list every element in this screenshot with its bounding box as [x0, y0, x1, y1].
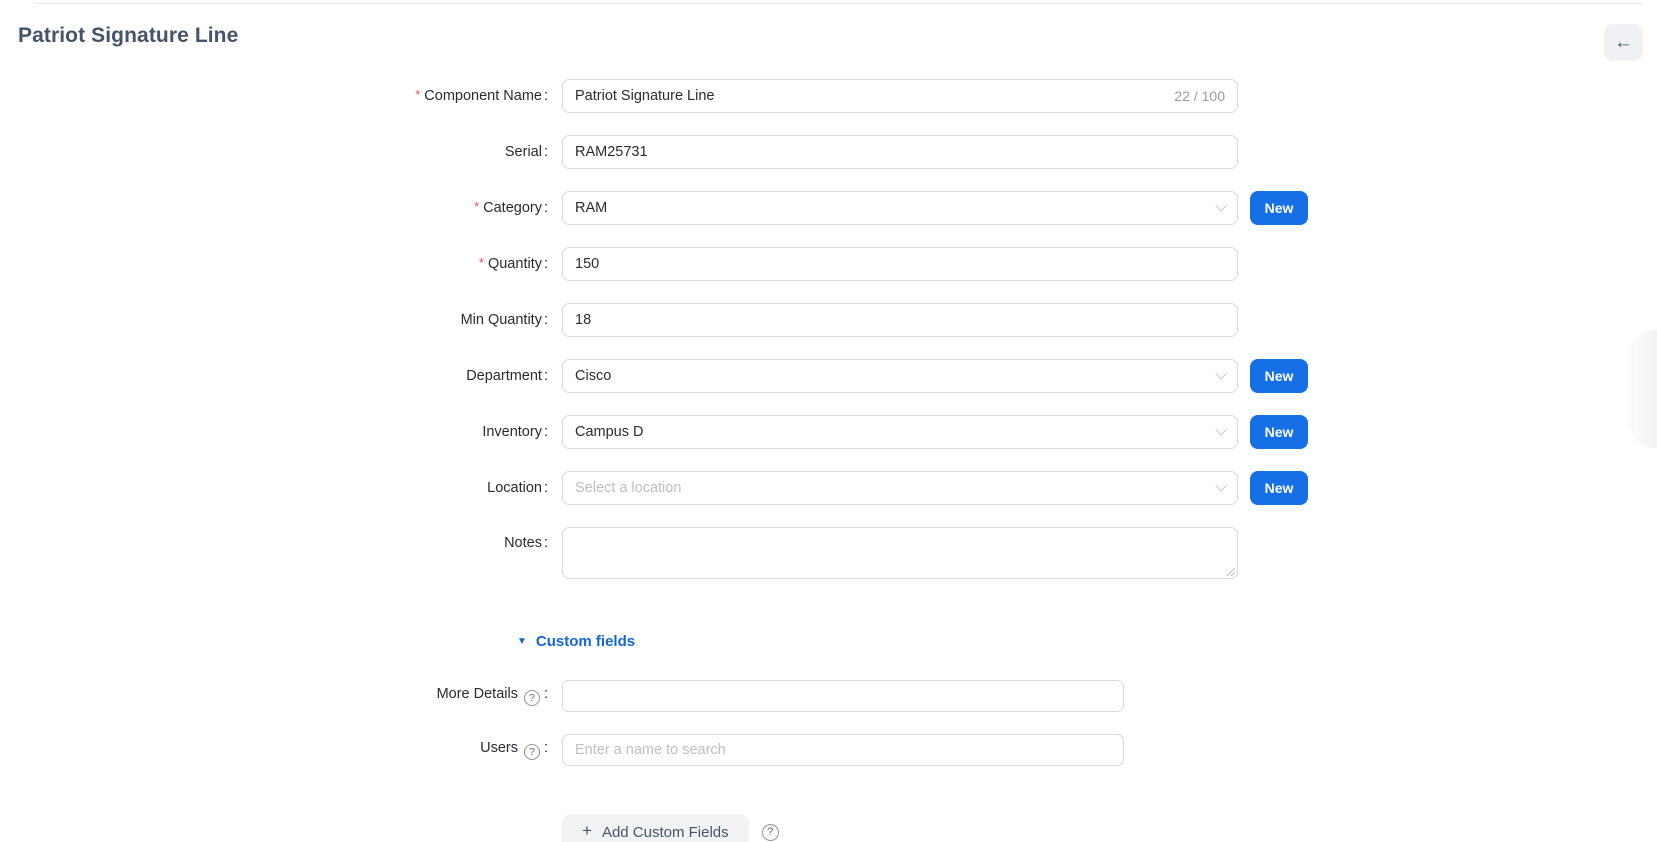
inventory-label: Inventory:	[0, 424, 548, 440]
row-inventory: Inventory: Campus D New	[0, 415, 1657, 449]
custom-fields-toggle[interactable]: ▼ Custom fields	[517, 633, 635, 650]
component-name-label: *Component Name:	[0, 88, 548, 104]
resize-handle-icon[interactable]	[1226, 567, 1236, 577]
required-asterisk: *	[474, 199, 479, 214]
more-details-input[interactable]	[575, 688, 1111, 704]
page-header: Patriot Signature Line ←	[0, 4, 1657, 56]
min-quantity-label: Min Quantity:	[0, 312, 548, 328]
back-button[interactable]: ←	[1604, 24, 1643, 61]
row-quantity: *Quantity:	[0, 247, 1657, 281]
notes-label: Notes:	[0, 527, 548, 551]
char-counter: 22 / 100	[1174, 88, 1225, 104]
new-inventory-button[interactable]: New	[1250, 415, 1308, 449]
help-icon[interactable]: ?	[524, 690, 540, 706]
component-edit-form: *Component Name: 22 / 100 Serial: *Categ…	[0, 79, 1657, 842]
department-label: Department:	[0, 368, 548, 384]
new-department-button[interactable]: New	[1250, 359, 1308, 393]
quantity-input[interactable]	[575, 256, 1225, 272]
page-title: Patriot Signature Line	[18, 24, 1639, 48]
row-serial: Serial:	[0, 135, 1657, 169]
chevron-down-icon	[1215, 424, 1226, 435]
category-select[interactable]: RAM	[562, 191, 1238, 225]
edge-floating-handle[interactable]	[1627, 330, 1657, 448]
caret-down-icon: ▼	[517, 636, 527, 647]
users-box	[562, 734, 1124, 766]
row-users: Users?:	[0, 734, 1657, 766]
row-more-details: More Details?:	[0, 680, 1657, 712]
back-arrow-icon: ←	[1614, 33, 1633, 52]
more-details-label: More Details?:	[0, 686, 548, 706]
required-asterisk: *	[415, 87, 420, 102]
required-asterisk: *	[479, 255, 484, 270]
row-notes: Notes:	[0, 527, 1657, 579]
location-label: Location:	[0, 480, 548, 496]
more-details-box	[562, 680, 1124, 712]
location-select[interactable]: Select a location	[562, 471, 1238, 505]
row-department: Department: Cisco New	[0, 359, 1657, 393]
chevron-down-icon	[1215, 368, 1226, 379]
quantity-label: *Quantity:	[0, 256, 548, 272]
inventory-select[interactable]: Campus D	[562, 415, 1238, 449]
min-quantity-input[interactable]	[575, 312, 1225, 328]
help-icon[interactable]: ?	[524, 744, 540, 760]
new-location-button[interactable]: New	[1250, 471, 1308, 505]
min-quantity-box	[562, 303, 1238, 337]
notes-textarea[interactable]	[562, 527, 1238, 579]
custom-fields-toggle-label: Custom fields	[536, 633, 635, 650]
quantity-box	[562, 247, 1238, 281]
row-category: *Category: RAM New	[0, 191, 1657, 225]
row-min-quantity: Min Quantity:	[0, 303, 1657, 337]
add-custom-fields-button[interactable]: + Add Custom Fields	[562, 814, 749, 842]
notes-area	[562, 527, 1238, 579]
category-label: *Category:	[0, 200, 548, 216]
component-name-box: 22 / 100	[562, 79, 1238, 113]
new-category-button[interactable]: New	[1250, 191, 1308, 225]
add-custom-fields-label: Add Custom Fields	[602, 824, 729, 841]
chevron-down-icon	[1215, 480, 1226, 491]
users-search-input[interactable]	[575, 742, 1111, 758]
chevron-down-icon	[1215, 200, 1226, 211]
row-location: Location: Select a location New	[0, 471, 1657, 505]
serial-box	[562, 135, 1238, 169]
component-name-input[interactable]	[575, 88, 1166, 104]
serial-label: Serial:	[0, 144, 548, 160]
help-icon[interactable]: ?	[762, 824, 779, 841]
users-label: Users?:	[0, 740, 548, 760]
serial-input[interactable]	[575, 144, 1225, 160]
department-select[interactable]: Cisco	[562, 359, 1238, 393]
row-add-custom-fields: + Add Custom Fields ?	[0, 814, 1657, 842]
row-component-name: *Component Name: 22 / 100	[0, 79, 1657, 113]
plus-icon: +	[582, 821, 592, 841]
